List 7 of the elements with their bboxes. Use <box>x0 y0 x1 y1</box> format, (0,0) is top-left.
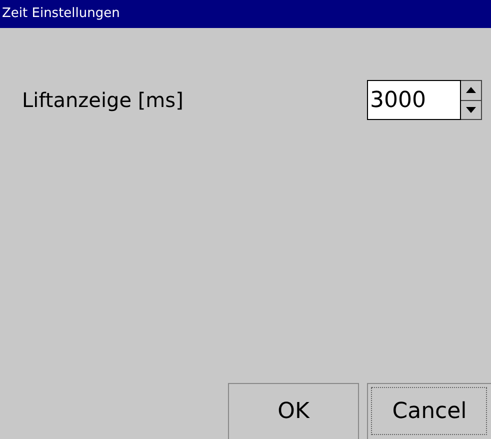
setting-label: Liftanzeige [ms] <box>22 87 184 114</box>
dialog-button[interactable]: Cancel <box>367 383 491 439</box>
dialog-button[interactable]: OK <box>228 383 359 439</box>
up-arrow-icon <box>466 87 476 94</box>
window-title: Zeit Einstellungen <box>2 5 120 24</box>
number-field[interactable]: 3000 <box>367 80 461 120</box>
down-arrow-icon <box>466 106 476 113</box>
